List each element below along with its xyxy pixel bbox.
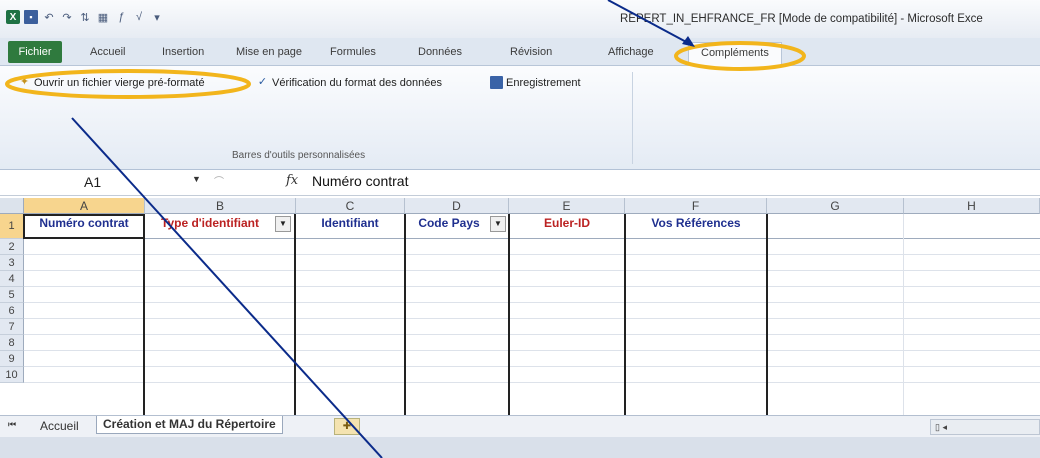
tab-affichage[interactable]: Affichage	[608, 46, 654, 58]
redo-icon[interactable]: ↷	[60, 10, 74, 24]
row-divider	[24, 334, 1040, 335]
open-blank-file-label: Ouvrir un fichier vierge pré-formaté	[34, 76, 205, 89]
verify-format-label: Vérification du format des données	[272, 76, 442, 89]
horizontal-scrollbar[interactable]: ▯ ◂	[930, 419, 1040, 435]
type-identifiant-dropdown[interactable]: ▼	[275, 216, 291, 232]
column-header-f[interactable]: F	[625, 198, 767, 214]
check-icon: ✓	[257, 76, 268, 88]
row-header-10[interactable]: 10	[0, 367, 24, 383]
open-blank-file-button[interactable]: ✦ Ouvrir un fichier vierge pré-formaté	[18, 76, 205, 89]
col-border-c	[404, 214, 406, 415]
col-divider	[903, 214, 904, 415]
active-cell-a1[interactable]	[23, 214, 145, 239]
header-code-pays[interactable]: Code Pays	[408, 216, 490, 230]
cell-grid[interactable]: Numéro contrat Type d'identifiant ▼ Iden…	[23, 214, 1040, 415]
row-divider	[24, 302, 1040, 303]
tab-complements[interactable]: Compléments	[688, 42, 782, 66]
tab-formules[interactable]: Formules	[330, 46, 376, 58]
row-header-1[interactable]: 1	[0, 214, 24, 239]
spark-icon: ✦	[19, 76, 30, 88]
row-header-8[interactable]: 8	[0, 335, 24, 351]
undo-icon[interactable]: ↶	[42, 10, 56, 24]
tab-mise-en-page[interactable]: Mise en page	[236, 46, 302, 58]
row-divider	[24, 366, 1040, 367]
save-icon	[490, 76, 503, 89]
ribbon-tabs: Fichier Accueil Insertion Mise en page F…	[0, 38, 1040, 66]
tab-donnees[interactable]: Données	[418, 46, 462, 58]
code-pays-dropdown[interactable]: ▼	[490, 216, 506, 232]
title-bar: X ▪ ↶ ↷ ⇅ ▦ ƒ √ ▾ REPERT_IN_EHFRANCE_FR …	[0, 0, 1040, 38]
row-divider	[24, 382, 1040, 383]
new-sheet-icon[interactable]: ✚	[334, 418, 360, 435]
formula-input[interactable]: Numéro contrat	[312, 173, 408, 189]
column-header-h[interactable]: H	[904, 198, 1040, 214]
col-border-e	[624, 214, 626, 415]
save-record-label: Enregistrement	[506, 76, 581, 89]
chevron-down-icon[interactable]: ▼	[192, 174, 201, 184]
window-title: REPERT_IN_EHFRANCE_FR [Mode de compatibi…	[620, 13, 983, 25]
save-record-button[interactable]: Enregistrement	[490, 76, 581, 89]
fx-icon[interactable]: fx	[286, 173, 298, 188]
tab-accueil[interactable]: Accueil	[90, 46, 125, 58]
function-icon[interactable]: ƒ	[114, 10, 128, 24]
row-header-9[interactable]: 9	[0, 351, 24, 367]
table-icon[interactable]: ▦	[96, 10, 110, 24]
header-identifiant[interactable]: Identifiant	[296, 216, 404, 230]
column-header-d[interactable]: D	[405, 198, 509, 214]
group-label: Barres d'outils personnalisées	[232, 150, 366, 161]
row-header-3[interactable]: 3	[0, 255, 24, 271]
sheet-tab-bar: ⏮ Accueil Création et MAJ du Répertoire …	[0, 415, 1040, 437]
row-header-6[interactable]: 6	[0, 303, 24, 319]
group-separator	[632, 72, 633, 164]
col-border-b	[294, 214, 296, 415]
col-border-f	[766, 214, 768, 415]
sheet-tab-creation[interactable]: Création et MAJ du Répertoire	[96, 416, 283, 434]
row-header-7[interactable]: 7	[0, 319, 24, 335]
excel-logo-icon[interactable]: X	[6, 10, 20, 24]
row-divider	[24, 238, 1040, 239]
select-all-corner[interactable]	[0, 198, 24, 214]
name-box[interactable]: A1	[8, 173, 196, 192]
tab-fichier[interactable]: Fichier	[8, 41, 62, 63]
tab-insertion[interactable]: Insertion	[162, 46, 204, 58]
status-bar	[0, 437, 1040, 458]
save-icon[interactable]: ▪	[24, 10, 38, 24]
row-header-5[interactable]: 5	[0, 287, 24, 303]
col-border-d	[508, 214, 510, 415]
customize-icon[interactable]: ▾	[150, 10, 164, 24]
row-divider	[24, 318, 1040, 319]
header-euler-id[interactable]: Euler-ID	[510, 216, 624, 230]
header-vos-references[interactable]: Vos Références	[626, 216, 766, 230]
sheet-tab-accueil[interactable]: Accueil	[40, 419, 79, 433]
tab-revision[interactable]: Révision	[510, 46, 552, 58]
ribbon-body: ✦ Ouvrir un fichier vierge pré-formaté ✓…	[0, 66, 1040, 170]
sheet-nav-icon[interactable]: ⏮	[8, 419, 16, 430]
formula-bar: A1 ▼ ⌒ fx Numéro contrat	[0, 170, 1040, 196]
row-header-2[interactable]: 2	[0, 239, 24, 255]
header-type-identifiant[interactable]: Type d'identifiant	[146, 216, 274, 230]
column-header-a[interactable]: A	[24, 198, 145, 214]
column-header-c[interactable]: C	[296, 198, 405, 214]
verify-format-button[interactable]: ✓ Vérification du format des données	[256, 76, 442, 89]
sort-icon[interactable]: ⇅	[78, 10, 92, 24]
column-header-e[interactable]: E	[509, 198, 625, 214]
formula-separator: ⌒	[214, 177, 224, 188]
row-divider	[24, 286, 1040, 287]
col-border-a	[143, 214, 145, 415]
row-divider	[24, 270, 1040, 271]
row-divider	[24, 350, 1040, 351]
row-header-4[interactable]: 4	[0, 271, 24, 287]
filter-icon[interactable]: √	[132, 10, 146, 24]
column-header-b[interactable]: B	[145, 198, 296, 214]
quick-access-toolbar: X ▪ ↶ ↷ ⇅ ▦ ƒ √ ▾	[6, 10, 164, 24]
row-divider	[24, 254, 1040, 255]
column-header-g[interactable]: G	[767, 198, 904, 214]
